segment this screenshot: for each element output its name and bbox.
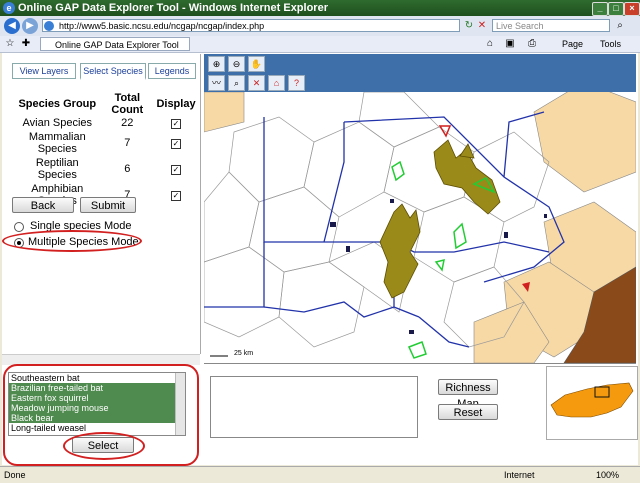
display-checkbox[interactable]: ✓	[171, 191, 182, 201]
header-species-group: Species Group	[18, 98, 97, 110]
maximize-button[interactable]: □	[608, 2, 624, 16]
print-map-icon[interactable]: ⌂	[268, 75, 285, 91]
annotation-circle	[63, 432, 145, 460]
full-extent-icon[interactable]: 〰	[208, 75, 225, 91]
status-text: Done	[4, 470, 26, 480]
browser-tab[interactable]: Online GAP Data Explorer Tool	[40, 37, 190, 51]
help-icon[interactable]: ?	[288, 75, 305, 91]
close-button[interactable]: ×	[624, 2, 640, 16]
clear-icon[interactable]: ✕	[248, 75, 265, 91]
identify-icon[interactable]: ⌕	[228, 75, 245, 91]
tab-view-layers[interactable]: View Layers	[12, 63, 76, 79]
tab-select-species[interactable]: Select Species	[80, 63, 146, 80]
species-group-table: Species Group Total Count Display Avian …	[12, 92, 200, 208]
annotation-circle	[2, 230, 142, 252]
overview-minimap[interactable]	[546, 366, 638, 440]
feeds-icon[interactable]: ▣	[504, 38, 516, 50]
display-checkbox[interactable]: ✓	[171, 139, 182, 149]
back-button[interactable]: Back	[12, 197, 74, 213]
output-textarea[interactable]	[210, 376, 418, 438]
zone-label: Internet	[504, 470, 535, 480]
title-bar: e Online GAP Data Explorer Tool - Window…	[0, 0, 640, 16]
add-favorite-icon[interactable]: ✚	[20, 38, 32, 50]
page-menu[interactable]: Page	[562, 38, 583, 50]
header-total-count: Total Count	[111, 92, 144, 116]
favorites-star-icon[interactable]: ☆	[4, 38, 16, 50]
table-row: Mammalian Species 7 ✓	[12, 130, 200, 156]
header-display: Display	[156, 98, 196, 110]
table-row: Reptilian Species 6 ✓	[12, 156, 200, 182]
species-group-name: Mammalian Species	[28, 131, 86, 155]
page-icon	[44, 21, 54, 31]
left-panel: View Layers Select Species Legends Speci…	[2, 54, 201, 354]
zoom-out-icon[interactable]: ⊖	[228, 56, 245, 72]
display-checkbox[interactable]: ✓	[171, 165, 182, 175]
back-nav-icon[interactable]: ◀	[4, 18, 20, 34]
live-search-input[interactable]: Live Search	[492, 19, 610, 32]
search-icon[interactable]: ⌕	[614, 20, 626, 32]
tab-legends[interactable]: Legends	[148, 63, 196, 79]
status-bar: Done Internet 100%	[0, 466, 640, 483]
species-map[interactable]: 25 km	[204, 92, 636, 364]
minimap-state-shape	[550, 382, 634, 418]
refresh-icon[interactable]: ↻	[463, 20, 475, 32]
tools-menu[interactable]: Tools	[600, 38, 621, 50]
zoom-in-icon[interactable]: ⊕	[208, 56, 225, 72]
address-input[interactable]: http://www5.basic.ncsu.edu/ncgap/ncgap/i…	[42, 19, 460, 32]
species-group-count: 6	[124, 163, 131, 175]
single-mode-radio[interactable]	[14, 222, 24, 232]
display-checkbox[interactable]: ✓	[171, 119, 182, 129]
pan-hand-icon[interactable]: ✋	[248, 56, 265, 72]
forward-nav-icon[interactable]: ▶	[22, 18, 38, 34]
map-canvas	[204, 92, 636, 363]
window-title: Online GAP Data Explorer Tool - Windows …	[18, 2, 328, 14]
richness-map-button[interactable]: Richness Map	[438, 379, 498, 410]
zoom-level[interactable]: 100%	[596, 470, 619, 480]
species-group-name: Avian Species	[22, 117, 93, 129]
submit-button[interactable]: Submit	[80, 197, 136, 213]
map-scale-label: 25 km	[234, 350, 254, 357]
map-toolbar: ⊕ ⊖ ✋ 〰 ⌕ ✕ ⌂ ?	[204, 54, 636, 92]
stop-icon[interactable]: ✕	[476, 20, 488, 32]
minimize-button[interactable]: _	[592, 2, 608, 16]
species-group-count: 22	[121, 117, 134, 129]
species-group-name: Reptilian Species	[35, 157, 79, 181]
species-group-count: 7	[124, 137, 131, 149]
table-row: Avian Species 22 ✓	[12, 116, 200, 130]
print-icon[interactable]: ⎙	[526, 38, 538, 50]
reset-button[interactable]: Reset	[438, 404, 498, 420]
tab-command-row: ☆ ✚ Online GAP Data Explorer Tool ⌂ ▣ ⎙ …	[0, 36, 640, 53]
home-icon[interactable]: ⌂	[484, 38, 496, 50]
address-row: ◀ ▶ http://www5.basic.ncsu.edu/ncgap/ncg…	[0, 16, 640, 36]
ie-logo-icon: e	[3, 2, 15, 14]
